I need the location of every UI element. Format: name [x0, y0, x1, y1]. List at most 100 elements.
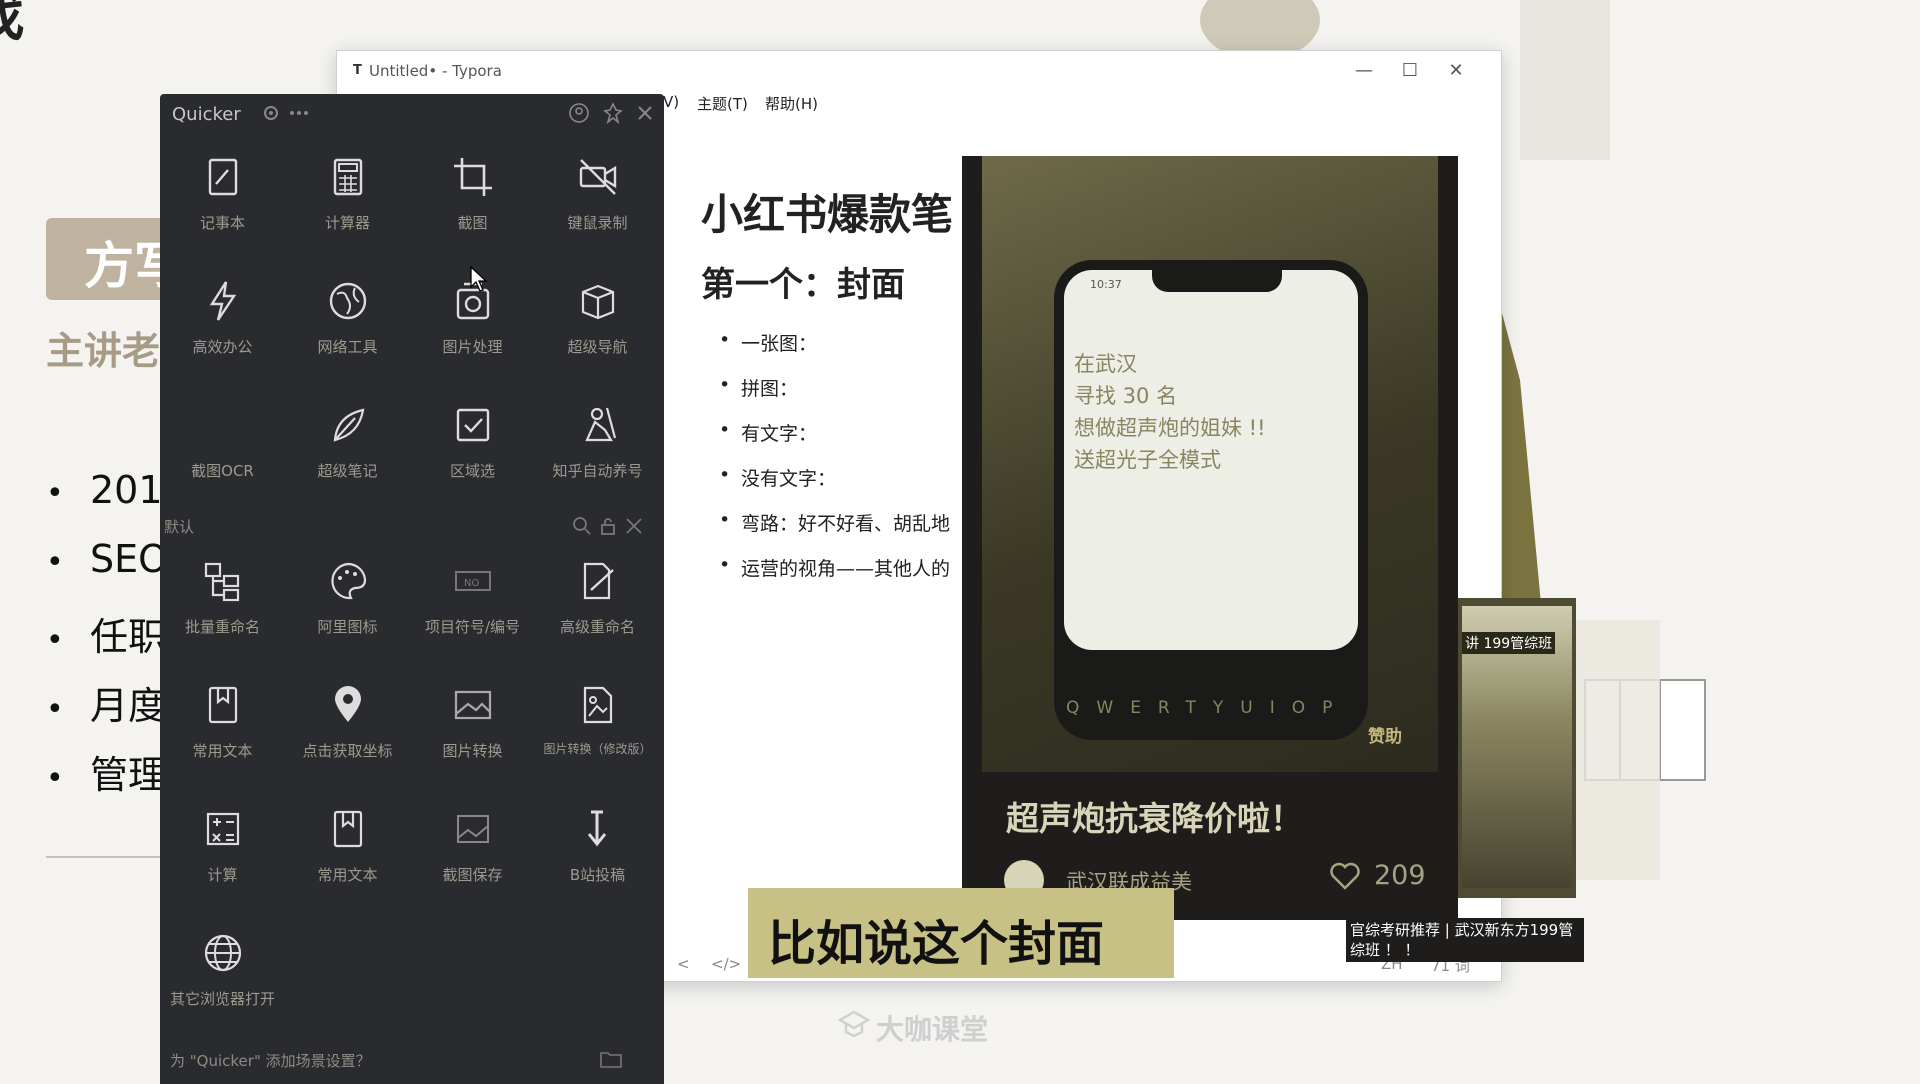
heart-icon[interactable]	[1330, 862, 1360, 890]
map-pin-icon	[335, 686, 361, 722]
doc-list-item[interactable]: 一张图：	[719, 329, 817, 356]
slide-bullet: 201	[46, 468, 163, 512]
phone-notch	[1152, 266, 1282, 292]
slide-bullet: 管理	[46, 744, 166, 799]
action-label: 网络工具	[317, 338, 378, 356]
action-label: 图片处理	[442, 338, 503, 356]
action-label: 常用文本	[317, 866, 378, 884]
doc-list-item[interactable]: 运营的视角——其他人的	[719, 554, 950, 581]
action-super-nav[interactable]: 超级导航	[535, 270, 660, 380]
action-calculate[interactable]: 计算	[160, 798, 285, 908]
cover-text-line: 送超光子全模式	[1074, 448, 1221, 472]
expand-icon[interactable]	[624, 516, 644, 536]
action-label: 计算	[207, 866, 238, 884]
checkbox-icon	[456, 408, 490, 442]
browser-globe-icon	[204, 934, 242, 972]
action-label: 项目符号/编号	[424, 618, 521, 636]
action-image-convert[interactable]: 图片转换	[410, 674, 535, 784]
lock-icon[interactable]	[598, 516, 618, 536]
action-other-browser-open[interactable]: 其它浏览器打开	[160, 922, 285, 1032]
slide-subtitle: 主讲老	[46, 329, 161, 373]
action-super-note[interactable]: 超级笔记	[285, 394, 410, 504]
quicker-panel: Quicker 记事本 计算器 截图 键鼠录制 高效办公 网络工具 图片处理 超…	[160, 94, 664, 1084]
notepad-icon	[208, 158, 238, 196]
action-common-text[interactable]: 常用文本	[160, 674, 285, 784]
typora-titlebar: T Untitled• - Typora — ☐ ✕	[337, 51, 1501, 89]
source-mode-button[interactable]: </>	[711, 955, 741, 973]
action-ali-icons[interactable]: 阿里图标	[285, 550, 410, 660]
action-region-select[interactable]: 区域选	[410, 394, 535, 504]
doc-list-item[interactable]: 没有文字：	[719, 464, 836, 491]
action-label: 批量重命名	[184, 618, 260, 636]
phone-keyboard-row: QWERTYUIOP	[1066, 698, 1350, 718]
back-button[interactable]: <	[677, 955, 690, 973]
doc-list-item[interactable]: 弯路：好不好看、胡乱地	[719, 509, 950, 536]
post-caption: 超声炮抗衰降价啦！	[1006, 799, 1303, 838]
doc-heading-2[interactable]: 第一个：封面	[701, 257, 905, 306]
action-image-convert-mod[interactable]: 图片转换（修改版）	[535, 674, 660, 784]
action-screenshot[interactable]: 截图	[410, 146, 535, 256]
quicker-footer-hint[interactable]: 为 "Quicker" 添加场景设置？	[170, 1050, 371, 1071]
action-network-tools[interactable]: 网络工具	[285, 270, 410, 380]
svg-text:NO: NO	[464, 578, 479, 589]
sponsor-tag: 赞助	[1368, 727, 1402, 747]
action-get-coordinate[interactable]: 点击获取坐标	[285, 674, 410, 784]
crop-icon	[454, 158, 492, 196]
maximize-button[interactable]: ☐	[1387, 57, 1433, 85]
slide-bullet: 任职	[46, 606, 166, 661]
lightning-icon	[209, 281, 237, 321]
action-common-text-2[interactable]: 常用文本	[285, 798, 410, 908]
ticket-no-icon: NO	[455, 571, 491, 591]
action-zhihu-auto[interactable]: 知乎自动养号	[535, 394, 660, 504]
doc-list-item[interactable]: 拼图：	[719, 374, 798, 401]
action-advanced-rename[interactable]: 高级重命名	[535, 550, 660, 660]
doc-heading-1[interactable]: 小红书爆款笔	[701, 181, 953, 242]
thumbnail-caption: 官综考研推荐 | 武汉新东方199管综班 ！ ！	[1346, 918, 1584, 962]
image-icon	[454, 690, 492, 720]
action-keymouse-record[interactable]: 键鼠录制	[535, 146, 660, 256]
action-notepad[interactable]: 记事本	[160, 146, 285, 256]
worker-icon	[585, 407, 617, 442]
cursor-icon	[470, 266, 488, 292]
action-bullet-numbering[interactable]: NO 项目符号/编号	[410, 550, 535, 660]
doc-list-item[interactable]: 有文字：	[719, 419, 817, 446]
like-count: 209	[1374, 860, 1426, 891]
section-default-label: 默认	[164, 518, 195, 536]
thumbnail-card[interactable]: 讲 199管综班	[1458, 598, 1576, 898]
brand-logo-icon	[838, 1010, 870, 1038]
action-calculator[interactable]: 计算器	[285, 146, 410, 256]
action-label: 计算器	[324, 214, 370, 232]
menu-help[interactable]: 帮助(H)	[765, 93, 818, 114]
close-button[interactable]: ✕	[1433, 57, 1479, 85]
action-batch-rename[interactable]: 批量重命名	[160, 550, 285, 660]
gear-icon[interactable]	[260, 102, 282, 124]
search-icon[interactable]	[572, 516, 592, 536]
action-label: 高级重命名	[559, 618, 635, 636]
more-icon[interactable]	[288, 102, 310, 124]
action-label: 键鼠录制	[567, 214, 628, 232]
menu-view[interactable]: V)	[663, 93, 679, 111]
menu-theme[interactable]: 主题(T)	[697, 93, 748, 114]
action-efficient-office[interactable]: 高效办公	[160, 270, 285, 380]
action-screenshot-save[interactable]: 截图保存	[410, 798, 535, 908]
quicker-title: Quicker	[172, 104, 241, 125]
action-label: 常用文本	[192, 742, 253, 760]
video-off-icon	[579, 159, 617, 195]
user-icon[interactable]	[568, 102, 590, 124]
rename-tree-icon	[204, 562, 240, 602]
minimize-button[interactable]: —	[1341, 57, 1387, 85]
brand-watermark: 大咖课堂	[876, 1013, 989, 1046]
folder-icon[interactable]	[600, 1050, 622, 1068]
action-bilibili-upload[interactable]: B站投稿	[535, 798, 660, 908]
phone-time: 10:37	[1090, 278, 1122, 291]
action-label: 图片转换	[442, 742, 503, 760]
action-screenshot-ocr[interactable]: 截图OCR	[160, 394, 285, 504]
video-subtitle: 比如说这个封面	[748, 888, 1174, 978]
calculator-icon	[333, 158, 363, 196]
xiaohongshu-cover-card[interactable]: 10:37 在武汉 寻找 30 名 想做超声炮的姐妹 !! 送超光子全模式 QW…	[962, 156, 1458, 920]
pin-icon[interactable]	[602, 102, 624, 124]
close-icon[interactable]	[634, 102, 656, 124]
thumbnail-tag: 讲 199管综班	[1462, 632, 1556, 654]
bookmark-doc-icon	[333, 810, 363, 848]
cover-text-line: 寻找 30 名	[1074, 384, 1178, 408]
